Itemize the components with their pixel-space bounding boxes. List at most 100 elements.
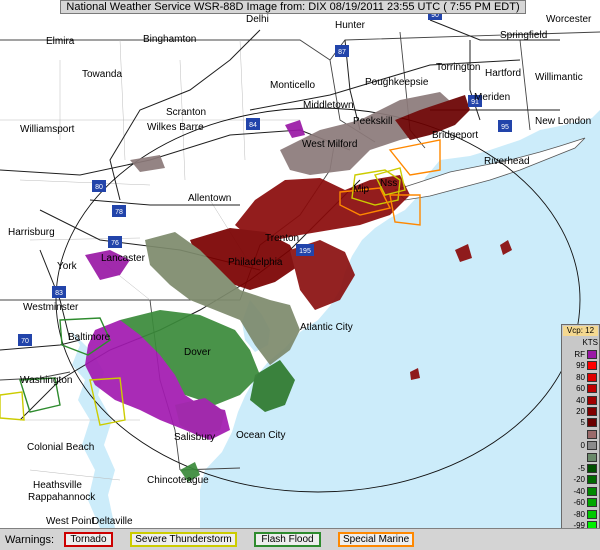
city-label: Monticello xyxy=(270,80,315,91)
city-label: Riverhead xyxy=(484,156,530,167)
legend-color-swatch xyxy=(587,407,597,416)
city-label: West Milford xyxy=(302,139,357,150)
legend-row: -40 xyxy=(563,486,598,497)
legend-value-label: 20 xyxy=(576,407,585,416)
legend-color-swatch xyxy=(587,350,597,359)
legend-units-label: KTS xyxy=(582,338,598,347)
severe-thunderstorm-warning-key[interactable]: Severe Thunderstorm xyxy=(130,532,237,547)
legend-color-swatch xyxy=(587,372,597,382)
city-label: Lancaster xyxy=(101,253,146,264)
special-marine-warning-key[interactable]: Special Marine xyxy=(338,532,414,547)
legend-value-label: 60 xyxy=(576,384,585,394)
city-label: Meriden xyxy=(474,92,510,103)
legend-row: 60 xyxy=(563,383,598,394)
svg-text:80: 80 xyxy=(95,184,103,191)
legend-value-label: 80 xyxy=(576,372,585,382)
legend-color-swatch xyxy=(587,384,597,394)
city-label: Hartford xyxy=(485,68,521,79)
legend-value-label: 99 xyxy=(576,361,585,371)
city-label: Scranton xyxy=(166,107,206,118)
svg-text:78: 78 xyxy=(115,209,123,216)
city-label: Mip xyxy=(353,184,370,195)
city-label: Torrington xyxy=(436,62,480,73)
legend-row: 99 xyxy=(563,360,598,371)
city-label: Nss xyxy=(380,178,397,189)
legend-value-label: 5 xyxy=(580,418,585,428)
legend-value-label: RF xyxy=(574,350,585,359)
city-label: Westminster xyxy=(23,302,79,313)
velocity-legend: Vcp: 12 KTS RF 99 80 60 40 20 5 0 -5 -20 -40 -60 -80… xyxy=(561,324,600,545)
legend-value-label: 40 xyxy=(576,395,585,405)
city-label: Bridgeport xyxy=(432,130,478,141)
city-label: Chincoteague xyxy=(147,475,209,486)
svg-text:84: 84 xyxy=(249,122,257,129)
legend-row: 40 xyxy=(563,395,598,406)
city-label: Salisbury xyxy=(174,432,215,443)
city-label: Allentown xyxy=(188,193,231,204)
city-label: Towanda xyxy=(82,69,122,80)
city-label: Trenton xyxy=(265,233,299,244)
legend-row xyxy=(563,452,598,463)
city-label: Dover xyxy=(184,347,211,358)
svg-text:83: 83 xyxy=(55,290,63,297)
svg-text:87: 87 xyxy=(338,49,346,56)
legend-color-swatch xyxy=(587,486,597,496)
city-label: Poughkeepsie xyxy=(365,77,429,88)
city-label: Willimantic xyxy=(535,72,583,83)
city-label: York xyxy=(57,261,78,272)
legend-row: RF xyxy=(563,349,598,360)
legend-color-swatch xyxy=(587,452,597,462)
legend-value-label: -60 xyxy=(573,498,585,508)
city-label: Wilkes Barre xyxy=(147,122,204,133)
legend-color-swatch xyxy=(587,441,597,451)
legend-color-swatch xyxy=(587,475,597,485)
flash-flood-warning-key[interactable]: Flash Flood xyxy=(254,532,321,547)
legend-row xyxy=(563,429,598,440)
city-label: Binghamton xyxy=(143,34,196,45)
svg-text:76: 76 xyxy=(111,240,119,247)
legend-color-swatch xyxy=(587,509,597,519)
city-label: Heathsville xyxy=(33,480,82,491)
legend-color-swatch xyxy=(587,498,597,508)
city-label: Colonial Beach xyxy=(27,442,94,453)
legend-color-swatch xyxy=(587,464,597,473)
legend-value-label: -20 xyxy=(573,475,585,485)
city-label: Hunter xyxy=(335,20,366,31)
city-label: Springfield xyxy=(500,30,547,41)
legend-row: -80 xyxy=(563,509,598,520)
city-label: Harrisburg xyxy=(8,227,55,238)
tornado-warning-key[interactable]: Tornado xyxy=(64,532,113,547)
radar-map[interactable]: 90 87 84 80 78 76 195 83 70 91 95 Elmira… xyxy=(0,0,600,528)
city-label: Philadelphia xyxy=(228,257,283,268)
radar-frame: 90 87 84 80 78 76 195 83 70 91 95 Elmira… xyxy=(0,0,600,550)
city-label: Elmira xyxy=(46,36,75,47)
legend-row: -60 xyxy=(563,497,598,508)
legend-value-label: 0 xyxy=(580,441,585,451)
legend-row: 0 xyxy=(563,440,598,451)
city-label: Rappahannock xyxy=(28,492,96,503)
legend-product-label: Vcp: 12 xyxy=(563,326,598,336)
svg-text:95: 95 xyxy=(501,124,509,131)
legend-color-swatch xyxy=(587,418,597,428)
legend-color-swatch xyxy=(587,361,597,371)
legend-row: 20 xyxy=(563,406,598,417)
image-title: National Weather Service WSR-88D Image f… xyxy=(60,0,526,14)
legend-row: 5 xyxy=(563,417,598,428)
legend-value-label: -80 xyxy=(573,509,585,519)
city-label: Ocean City xyxy=(236,430,285,441)
city-label: Worcester xyxy=(546,14,592,25)
city-label: Baltimore xyxy=(68,332,111,343)
warnings-bar: Warnings: Tornado Severe Thunderstorm Fl… xyxy=(0,528,600,550)
warnings-label: Warnings: xyxy=(5,534,55,546)
city-label: West Point xyxy=(46,516,94,527)
svg-text:195: 195 xyxy=(299,248,311,255)
city-label: Deltaville xyxy=(92,516,133,527)
city-label: Peekskill xyxy=(353,116,392,127)
legend-row: -5 xyxy=(563,463,598,474)
legend-row: -20 xyxy=(563,474,598,485)
legend-row: 80 xyxy=(563,372,598,383)
city-label: New London xyxy=(535,116,591,127)
legend-value-label: -5 xyxy=(577,464,585,473)
legend-value-label: -40 xyxy=(573,486,585,496)
city-label: Washington xyxy=(20,375,72,386)
